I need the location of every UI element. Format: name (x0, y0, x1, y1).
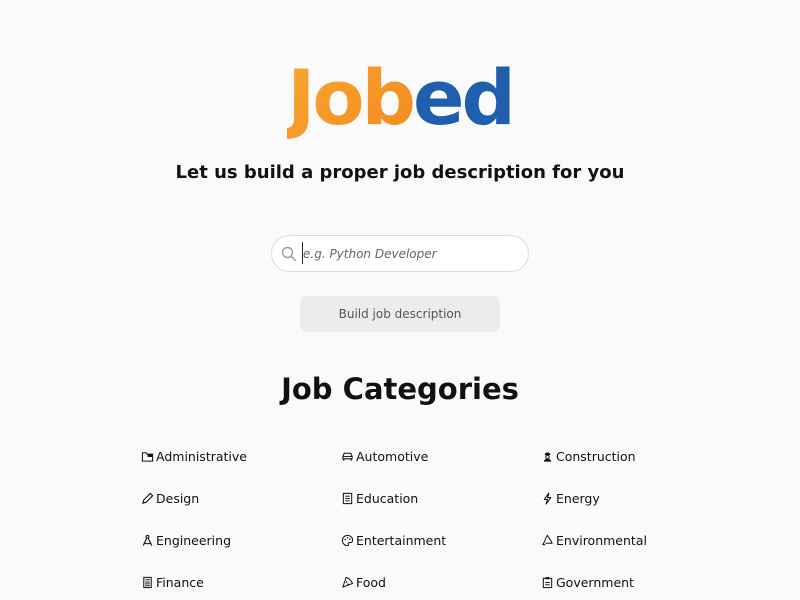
category-label: Environmental (556, 532, 647, 548)
search-icon (281, 246, 297, 262)
category-label: Automotive (356, 448, 429, 464)
category-label: Engineering (156, 532, 231, 548)
category-label: Food (356, 574, 386, 590)
compass-icon (140, 533, 154, 547)
pizza-icon (340, 575, 354, 589)
category-finance[interactable]: Finance (140, 574, 340, 590)
calculator-icon (140, 575, 154, 589)
category-label: Entertainment (356, 532, 447, 548)
category-label: Education (356, 490, 419, 506)
categories-grid: Administrative Automotive Construction D… (140, 448, 700, 590)
category-label: Administrative (156, 448, 247, 464)
category-food[interactable]: Food (340, 574, 540, 590)
category-engineering[interactable]: Engineering (140, 532, 340, 548)
pencil-icon (140, 491, 154, 505)
palette-icon (340, 533, 354, 547)
category-energy[interactable]: Energy (540, 490, 700, 506)
text-cursor (302, 242, 303, 264)
category-label: Construction (556, 448, 636, 464)
recycle-icon (540, 533, 554, 547)
category-construction[interactable]: Construction (540, 448, 700, 464)
logo-part-job: Job (287, 53, 416, 142)
search-bar[interactable] (271, 235, 529, 272)
book-icon (340, 491, 354, 505)
category-label: Design (156, 490, 200, 506)
category-label: Government (556, 574, 634, 590)
tagline: Let us build a proper job description fo… (175, 162, 625, 183)
category-entertainment[interactable]: Entertainment (340, 532, 540, 548)
logo-part-ed: ed (412, 53, 516, 142)
clipboard-icon (540, 575, 554, 589)
category-label: Energy (556, 490, 600, 506)
lightning-icon (540, 491, 554, 505)
car-icon (340, 449, 354, 463)
worker-icon (540, 449, 554, 463)
jobed-logo: Jobed (0, 58, 800, 138)
category-label: Finance (156, 574, 204, 590)
job-title-input[interactable] (303, 246, 513, 261)
folder-icon (140, 449, 154, 463)
category-education[interactable]: Education (340, 490, 540, 506)
category-environmental[interactable]: Environmental (540, 532, 700, 548)
category-government[interactable]: Government (540, 574, 700, 590)
category-design[interactable]: Design (140, 490, 340, 506)
category-administrative[interactable]: Administrative (140, 448, 340, 464)
job-categories-title: Job Categories (281, 372, 519, 406)
category-automotive[interactable]: Automotive (340, 448, 540, 464)
build-job-description-button[interactable]: Build job description (300, 296, 500, 332)
